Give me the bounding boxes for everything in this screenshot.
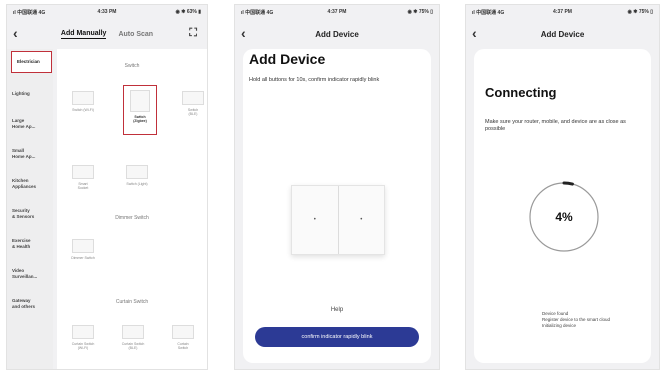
device-switch-ble[interactable]: Switch (BLE) [173,91,207,116]
carrier-signal: ıl 中国联通 4G [241,9,274,16]
top-nav-bar: ‹ Add Device [235,21,439,47]
nav-title: Add Device [540,29,585,39]
status-bar: ıl 中国联通 4G 4:33 PM ◉ ✱ 63% ▮ [7,5,207,19]
top-nav-bar: ‹ Add Manually Auto Scan ⛶ [7,21,207,47]
device-curtain-switch-ble[interactable]: Curtain Switch (BLE) [113,325,153,350]
section-title-curtain: Curtain Switch [115,299,149,305]
carrier-signal: ıl 中国联通 4G [13,9,46,16]
device-thumbnail [72,325,94,339]
category-label: Kitchen Appliances [12,178,37,189]
category-label: Large Home Ap... [12,118,36,129]
status-time: 4:37 PM [553,9,572,15]
wall-switch-illustration: • • [291,185,385,255]
switch-key-right: • [360,217,363,223]
phone-screen-connecting: ıl 中国联通 4G 4:37 PM ◉ ✱ 75% ▯ ‹ Add Devic… [465,4,660,370]
device-thumbnail [72,165,94,179]
progress-percent: 4% [555,210,573,224]
device-thumbnail [72,239,94,253]
category-gateway-others[interactable]: Gateway and others [7,289,53,319]
page-title: Add Device [249,51,326,67]
category-label: Exercise & Health [12,238,31,249]
device-label: Switch (Light) [126,182,148,186]
back-arrow-icon[interactable]: ‹ [472,26,477,40]
device-thumbnail [130,90,150,112]
device-thumbnail [182,91,204,105]
instruction-text: Hold all buttons for 10s, confirm indica… [249,77,380,83]
category-exercise-health[interactable]: Exercise & Health [7,229,53,259]
device-catalog: Switch Switch (Wi-Fi) Switch (Zigbee) Sw… [57,49,207,369]
carrier-signal: ıl 中国联通 4G [472,9,505,16]
device-thumbnail [122,325,144,339]
back-arrow-icon[interactable]: ‹ [241,26,246,40]
device-thumbnail [172,325,194,339]
device-switch-wifi[interactable]: Switch (Wi-Fi) [63,91,103,112]
device-label: Switch (Zigbee) [133,115,147,123]
device-switch-zigbee[interactable]: Switch (Zigbee) [123,85,157,135]
device-curtain-switch[interactable]: Curtain Switch [163,325,203,350]
top-nav-bar: ‹ Add Device [466,21,659,47]
phone-screen-device-catalog: ıl 中国联通 4G 4:33 PM ◉ ✱ 63% ▮ ‹ Add Manua… [6,4,208,370]
category-label: Gateway and others [12,298,36,309]
category-label: Small Home Ap... [12,148,36,159]
step-initializing: Initializing device [542,323,577,329]
status-time: 4:33 PM [97,9,117,15]
category-security-sensors[interactable]: Security & Sensors [7,199,53,229]
category-electrician[interactable]: Electrician [11,51,52,73]
device-label: Dimmer Switch [71,256,95,260]
instruction-text: Make sure your router, mobile, and devic… [485,119,626,133]
category-large-home-appliances[interactable]: Large Home Ap... [7,109,53,139]
device-curtain-switch-wifi[interactable]: Curtain Switch (Wi-Fi) [63,325,103,350]
device-label: Curtain Switch (BLE) [121,342,145,350]
device-smart-socket[interactable]: Smart Socket [63,165,103,190]
tab-auto-scan[interactable]: Auto Scan [118,31,153,38]
device-label: Smart Socket [77,182,89,190]
nav-title: Add Device [315,29,359,39]
status-bar: ıl 中国联通 4G 4:37 PM ◉ ✱ 75% ▯ [235,5,439,19]
scan-icon[interactable]: ⛶ [189,27,197,40]
status-bar: ıl 中国联通 4G 4:37 PM ◉ ✱ 75% ▯ [466,5,659,19]
device-label: Switch (BLE) [187,108,199,116]
device-thumbnail [72,91,94,105]
device-thumbnail [126,165,148,179]
device-label: Switch (Wi-Fi) [72,108,94,112]
device-switch-light[interactable]: Switch (Light) [117,165,157,186]
page-title: Connecting [485,85,557,100]
status-time: 4:37 PM [327,9,347,15]
phone-screen-add-device: ıl 中国联通 4G 4:37 PM ◉ ✱ 75% ▯ ‹ Add Devic… [234,4,440,370]
connection-steps: Device found Register device to the smar… [542,311,652,329]
confirm-indicator-button[interactable]: confirm indicator rapidly blink [255,327,419,347]
section-title-switch: Switch [124,63,140,69]
device-label: Curtain Switch [177,342,189,350]
section-title-dimmer: Dimmer Switch [115,215,149,221]
category-small-home-appliances[interactable]: Small Home Ap... [7,139,53,169]
battery-indicator: ◉ ✱ 75% ▯ [407,9,433,15]
battery-indicator: ◉ ✱ 63% ▮ [175,9,201,15]
back-arrow-icon[interactable]: ‹ [13,26,18,40]
category-sidebar: Electrician Lighting Large Home Ap... Sm… [7,49,53,369]
category-lighting[interactable]: Lighting [7,79,53,109]
tab-add-manually[interactable]: Add Manually [60,30,107,39]
help-link[interactable]: Help [235,307,439,313]
device-dimmer-switch[interactable]: Dimmer Switch [63,239,103,260]
category-kitchen-appliances[interactable]: Kitchen Appliances [7,169,53,199]
switch-key-left: • [292,186,339,254]
category-video-surveillance[interactable]: Video Surveillan... [7,259,53,289]
category-label: Security & Sensors [12,208,35,219]
device-label: Curtain Switch (Wi-Fi) [71,342,95,350]
screenshot-collage: ıl 中国联通 4G 4:33 PM ◉ ✱ 63% ▮ ‹ Add Manua… [0,0,664,376]
battery-indicator: ◉ ✱ 75% ▯ [627,9,653,15]
category-label: Video Surveillan... [12,268,38,279]
